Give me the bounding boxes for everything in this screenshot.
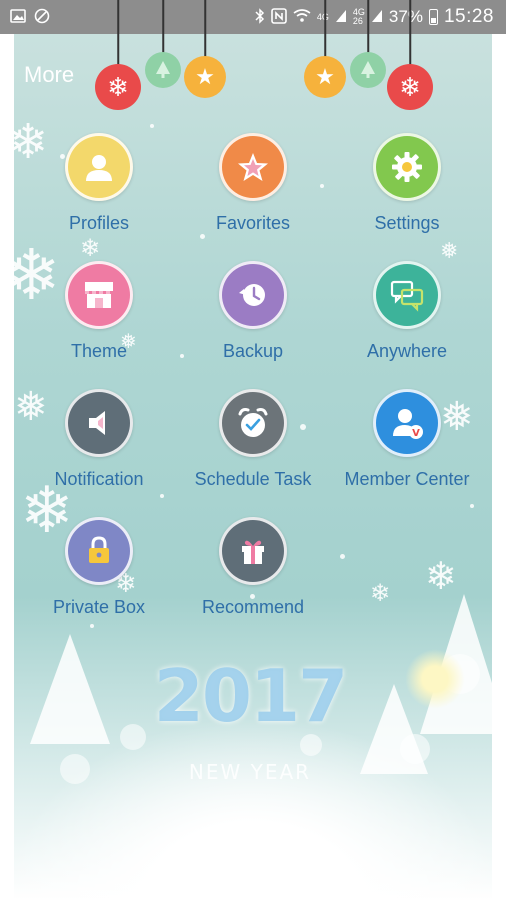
tree-icon: [350, 52, 386, 88]
gift-icon: [219, 517, 287, 585]
menu-item-settings[interactable]: Settings: [327, 133, 487, 234]
svg-text:V: V: [412, 428, 420, 439]
snowflake-decoration: ❄: [425, 554, 457, 598]
star-ornament-icon: ★: [304, 56, 346, 98]
menu-item-backup[interactable]: Backup: [173, 261, 333, 362]
gear-icon: [373, 133, 441, 201]
gallery-notification-icon: [10, 9, 26, 25]
star-icon: [219, 133, 287, 201]
tree-decoration: [30, 634, 110, 744]
menu-item-label: Theme: [70, 341, 128, 361]
alarm-clock-icon: [219, 389, 287, 457]
menu-item-label: Favorites: [215, 213, 291, 233]
menu-item-favorites[interactable]: Favorites: [173, 133, 333, 234]
menu-item-label: Backup: [222, 341, 284, 361]
ornament-green-tree-right: [350, 0, 386, 90]
menu-item-label: Member Center: [344, 469, 470, 489]
blocked-notification-icon: [34, 8, 50, 26]
snowflake-icon: ❄: [387, 64, 433, 110]
menu-item-label: Schedule Task: [194, 469, 312, 489]
bluetooth-icon: [255, 8, 265, 26]
member-icon: V: [373, 389, 441, 457]
chat-icon: [373, 261, 441, 329]
ornament-red-snowflake-right: ❄: [387, 0, 433, 112]
ornament-yellow-star: ★: [184, 0, 226, 100]
snowflake-decoration: ❄: [370, 579, 391, 607]
snowflake-decoration: ❄: [80, 234, 101, 262]
menu-item-label: Anywhere: [366, 341, 448, 361]
menu-item-member-center[interactable]: V Member Center: [327, 389, 487, 490]
menu-item-profiles[interactable]: Profiles: [19, 133, 179, 234]
menu-item-schedule-task[interactable]: Schedule Task: [173, 389, 333, 490]
nfc-icon: [271, 8, 287, 26]
menu-item-label: Settings: [374, 213, 440, 233]
menu-item-recommend[interactable]: Recommend: [173, 517, 333, 618]
menu-item-label: Recommend: [201, 597, 305, 617]
store-icon: [65, 261, 133, 329]
menu-item-anywhere[interactable]: Anywhere: [327, 261, 487, 362]
menu-item-label: Private Box: [52, 597, 146, 617]
backup-icon: [219, 261, 287, 329]
snowflake-icon: ❄: [95, 64, 141, 110]
ornament-green-tree: [145, 0, 181, 90]
speaker-icon: [65, 389, 133, 457]
page-title: More: [24, 62, 75, 87]
tree-icon: [145, 52, 181, 88]
menu-item-label: Notification: [54, 469, 144, 489]
ornament-red-snowflake: ❄: [95, 0, 141, 112]
profile-icon: [65, 133, 133, 201]
lock-icon: [65, 517, 133, 585]
new-year-decoration: NEW YEAR: [188, 760, 312, 784]
year-decoration: 2017: [153, 654, 348, 738]
clock: 15:28: [443, 6, 494, 27]
menu-item-label: Profiles: [68, 213, 130, 233]
menu-item-theme[interactable]: Theme: [19, 261, 179, 362]
menu-item-notification[interactable]: Notification: [19, 389, 179, 490]
star-ornament-icon: ★: [184, 56, 226, 98]
light-glow: [405, 649, 465, 709]
ornament-yellow-star-right: ★: [304, 0, 346, 100]
menu-item-private-box[interactable]: Private Box: [19, 517, 179, 618]
